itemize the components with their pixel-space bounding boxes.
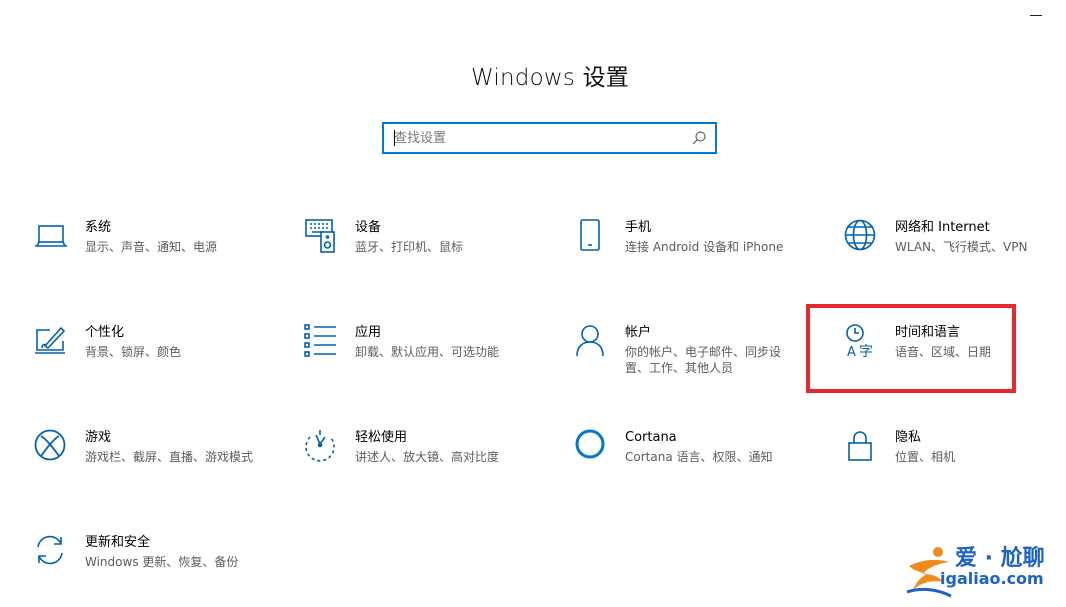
tile-label: 应用 <box>355 325 382 340</box>
tile-description: 背景、锁屏、颜色 <box>85 345 182 359</box>
watermark: 爱 · 尬聊 igaliao.com <box>905 540 1060 600</box>
watermark-url: igaliao.com <box>940 569 1044 588</box>
lock-icon <box>844 429 878 463</box>
highlight-frame <box>806 304 1016 393</box>
laptop-icon <box>34 219 68 253</box>
tile-description: 讲述人、放大镜、高对比度 <box>355 450 500 464</box>
text-caret <box>394 130 395 146</box>
tile-network[interactable]: 网络和 Internet WLAN、飞行模式、VPN <box>844 219 1066 289</box>
tile-label: 个性化 <box>85 325 125 340</box>
tile-system[interactable]: 系统 显示、声音、通知、电源 <box>34 219 274 289</box>
devices-icon <box>304 219 338 253</box>
tile-cortana[interactable]: Cortana Cortana 语言、权限、通知 <box>574 429 814 499</box>
tile-phone[interactable]: 手机 连接 Android 设备和 iPhone <box>574 219 814 289</box>
search-input[interactable] <box>384 125 684 151</box>
tile-label: 隐私 <box>895 430 922 445</box>
update-icon <box>34 534 68 568</box>
tile-label: 手机 <box>625 220 652 235</box>
tile-accounts[interactable]: 帐户 你的帐户、电子邮件、同步设置、工作、其他人员 <box>574 324 814 394</box>
globe-icon <box>844 219 878 253</box>
tile-label: 系统 <box>85 220 112 235</box>
phone-icon <box>574 219 608 253</box>
settings-window: Windows 设置 系统 显示、声音、通知、电源 <box>0 0 1066 607</box>
watermark-brand: 爱 · 尬聊 <box>955 546 1045 571</box>
tile-description: 你的帐户、电子邮件、同步设置、工作、其他人员 <box>625 345 782 375</box>
tile-devices[interactable]: 设备 蓝牙、打印机、鼠标 <box>304 219 544 289</box>
tile-description: 游戏栏、截屏、直播、游戏模式 <box>85 450 254 464</box>
tile-description: 蓝牙、打印机、鼠标 <box>355 240 464 254</box>
minimize-icon[interactable] <box>1030 15 1042 16</box>
ease-of-access-icon <box>304 429 338 463</box>
tile-label: 轻松使用 <box>355 430 408 445</box>
tile-ease-of-access[interactable]: 轻松使用 讲述人、放大镜、高对比度 <box>304 429 544 499</box>
tile-label: 游戏 <box>85 430 112 445</box>
tile-description: 连接 Android 设备和 iPhone <box>625 240 784 254</box>
tile-privacy[interactable]: 隐私 位置、相机 <box>844 429 1066 499</box>
search-icon[interactable] <box>691 130 707 146</box>
tile-personalization[interactable]: 个性化 背景、锁屏、颜色 <box>34 324 274 394</box>
tile-apps[interactable]: 应用 卸载、默认应用、可选功能 <box>304 324 544 394</box>
person-icon <box>574 324 608 358</box>
tile-description: 位置、相机 <box>895 450 956 464</box>
tile-description: WLAN、飞行模式、VPN <box>895 240 1028 254</box>
tile-label: 网络和 Internet <box>895 220 990 235</box>
search-box[interactable] <box>382 122 717 154</box>
cortana-icon <box>574 429 608 463</box>
xbox-icon <box>34 429 68 463</box>
tile-update-security[interactable]: 更新和安全 Windows 更新、恢复、备份 <box>34 534 274 604</box>
tile-label: 设备 <box>355 220 382 235</box>
tile-description: Windows 更新、恢复、备份 <box>85 555 239 569</box>
page-title: Windows 设置 <box>471 65 629 91</box>
tile-description: Cortana 语言、权限、通知 <box>625 450 773 464</box>
tile-label: Cortana <box>625 430 677 445</box>
tile-gaming[interactable]: 游戏 游戏栏、截屏、直播、游戏模式 <box>34 429 274 499</box>
tile-label: 帐户 <box>625 325 652 340</box>
personalization-icon <box>34 324 68 358</box>
tile-description: 卸载、默认应用、可选功能 <box>355 345 500 359</box>
apps-list-icon <box>304 324 338 358</box>
tile-label: 更新和安全 <box>85 535 151 550</box>
tile-description: 显示、声音、通知、电源 <box>85 240 218 254</box>
